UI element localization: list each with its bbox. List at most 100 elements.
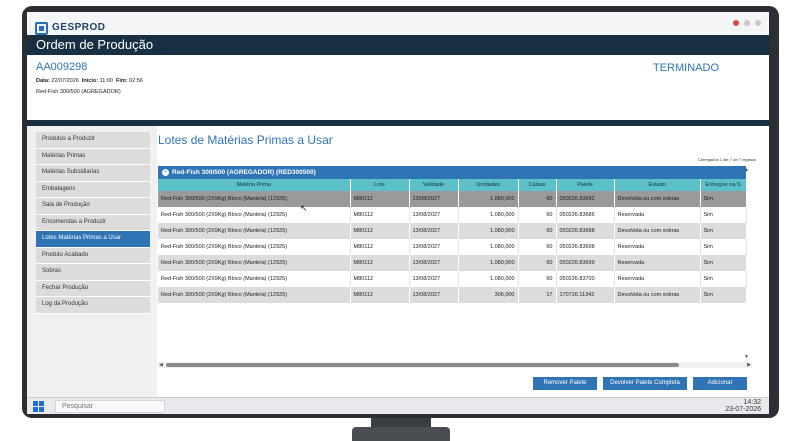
sidebar-item-embalagens[interactable]: Embalagens: [36, 181, 150, 198]
sidebar: Produtos a Produzir Matérias Primas Maté…: [36, 132, 150, 314]
col-header-entregue[interactable]: Entregue na S: [700, 179, 747, 191]
cell-lote: M80112: [350, 255, 410, 271]
table-row[interactable]: Red-Fish 300/500 (2X9Kg) Bloco (Mantela)…: [158, 223, 747, 239]
sidebar-item-produtos-a-produzir[interactable]: Produtos a Produzir: [36, 132, 150, 149]
horizontal-scrollbar[interactable]: ◀ ▶: [158, 362, 752, 368]
col-header-validade[interactable]: Validade: [409, 179, 459, 191]
cell-entregue: Sim: [700, 271, 747, 287]
collapse-icon[interactable]: −: [162, 169, 169, 176]
cell-validade: 13/08/2027: [409, 239, 459, 255]
taskbar-search-input[interactable]: Pesquisar: [55, 400, 165, 413]
table-row[interactable]: Red-Fish 300/500 (2X9Kg) Bloco (Mantela)…: [158, 255, 747, 271]
cell-materia-prima: Red-Fish 300/500 (2X9Kg) Bloco (Mantela)…: [158, 207, 351, 223]
col-header-caixas[interactable]: Caixas: [518, 179, 557, 191]
cell-entregue: Sim: [700, 191, 747, 207]
cell-unidades: 1.080,000: [458, 191, 519, 207]
cell-materia-prima: Red-Fish 300/500 (2X9Kg) Bloco (Mantela)…: [158, 191, 351, 207]
add-button[interactable]: Adicionar: [693, 377, 747, 390]
sidebar-item-lotes-materias-primas[interactable]: Lotes Matérias Primas a Usar: [36, 231, 150, 248]
col-header-lote[interactable]: Lote: [350, 179, 410, 191]
cell-entregue: Sim: [700, 287, 747, 303]
status-badge: TERMINADO: [653, 62, 719, 74]
cell-palete: 050226.83686: [556, 207, 615, 223]
cell-lote: M80112: [350, 191, 410, 207]
cell-estado: Devolvida ou com sobras: [614, 287, 701, 303]
cell-estado: Reservada: [614, 239, 701, 255]
cell-materia-prima: Red-Fish 300/500 (2X9Kg) Bloco (Mantela)…: [158, 271, 351, 287]
sidebar-item-produto-acabado[interactable]: Produto Acabado: [36, 247, 150, 264]
screen: GESPROD Gestão da Produção Ordem de Prod…: [27, 12, 769, 397]
cell-validade: 13/08/2027: [409, 207, 459, 223]
return-full-pallet-button[interactable]: Devolver Palete Completa: [603, 377, 687, 390]
app-name: GESPROD: [52, 22, 106, 33]
cell-materia-prima: Red-Fish 300/500 (2X9Kg) Bloco (Mantela)…: [158, 223, 351, 239]
cell-caixas: 60: [518, 191, 557, 207]
sidebar-item-log-da-producao[interactable]: Log da Produção: [36, 297, 150, 314]
order-date: 22/07/2026: [51, 78, 79, 84]
scroll-right-icon[interactable]: ▶: [747, 362, 751, 368]
clock-time: 14:32: [743, 399, 761, 406]
app-bar: GESPROD Gestão da Produção: [27, 12, 769, 40]
minimize-icon[interactable]: [744, 20, 750, 26]
lots-table: Matéria Prima Lote Validade Unidades Cai…: [158, 179, 747, 303]
sidebar-item-encomendas-a-produzir[interactable]: Encomendas a Produzir: [36, 214, 150, 231]
order-header: AA009298 Data: 22/07/2026 Início: 11:00 …: [27, 55, 769, 120]
cell-unidades: 1.080,000: [458, 207, 519, 223]
cell-unidades: 1.080,000: [458, 223, 519, 239]
sidebar-item-materias-subsidiarias[interactable]: Matérias Subsidiarias: [36, 165, 150, 182]
cell-estado: Devolvida ou com sobras: [614, 223, 701, 239]
window-controls: [733, 20, 761, 26]
cell-lote: M80112: [350, 223, 410, 239]
cell-estado: Reservada: [614, 271, 701, 287]
remove-pallet-button[interactable]: Remover Palete: [533, 377, 597, 390]
cell-palete: 050226.83700: [556, 271, 615, 287]
cell-estado: Devolvida ou com sobras: [614, 191, 701, 207]
cell-estado: Reservada: [614, 255, 701, 271]
table-row[interactable]: Red-Fish 300/500 (2X9Kg) Bloco (Mantela)…: [158, 287, 747, 303]
cell-lote: M80112: [350, 207, 410, 223]
scroll-left-icon[interactable]: ◀: [159, 362, 163, 368]
order-meta: Data: 22/07/2026 Início: 11:00 Fim: 02:5…: [36, 78, 143, 84]
cell-caixas: 60: [518, 255, 557, 271]
order-code: AA009298: [36, 61, 88, 73]
page-title: Ordem de Produção: [27, 35, 769, 55]
cell-palete: 050226.83698: [556, 239, 615, 255]
cell-entregue: Sim: [700, 223, 747, 239]
sidebar-item-sobras[interactable]: Sobras: [36, 264, 150, 281]
col-header-unidades[interactable]: Unidades: [458, 179, 519, 191]
close-icon[interactable]: [733, 20, 739, 26]
col-header-materia-prima[interactable]: Matéria Prima: [158, 179, 351, 191]
scroll-down-icon[interactable]: ▼: [744, 354, 749, 360]
col-header-estado[interactable]: Estado: [614, 179, 701, 191]
monitor-stand-base: [352, 427, 450, 441]
cell-entregue: Sim: [700, 239, 747, 255]
scroll-up-icon[interactable]: ▲: [744, 167, 749, 173]
scrollbar-thumb[interactable]: [166, 363, 679, 367]
cell-unidades: 306,000: [458, 287, 519, 303]
end-label: Fim:: [116, 78, 128, 84]
sidebar-item-sala-de-producao[interactable]: Sala de Produção: [36, 198, 150, 215]
date-label: Data:: [36, 78, 50, 84]
windows-start-icon[interactable]: [33, 401, 44, 412]
sidebar-item-fechar-producao[interactable]: Fechar Produção: [36, 280, 150, 297]
cell-materia-prima: Red-Fish 300/500 (2X9Kg) Bloco (Mantela)…: [158, 239, 351, 255]
cell-palete: 170726.11342: [556, 287, 615, 303]
table-header-row: Matéria Prima Lote Validade Unidades Cai…: [158, 179, 747, 191]
table-row[interactable]: Red-Fish 300/500 (2X9Kg) Bloco (Mantela)…: [158, 207, 747, 223]
cell-unidades: 1.080,000: [458, 271, 519, 287]
col-header-palete[interactable]: Palete: [556, 179, 615, 191]
cell-palete: 050226.83688: [556, 223, 615, 239]
group-header[interactable]: − Red-Fish 300/500 (AGREGADOR) (RED30050…: [158, 166, 746, 179]
cell-unidades: 1.080,000: [458, 239, 519, 255]
logo-icon: [35, 22, 48, 35]
table-row[interactable]: Red-Fish 300/500 (2X9Kg) Bloco (Mantela)…: [158, 191, 747, 207]
cell-caixas: 60: [518, 239, 557, 255]
maximize-icon[interactable]: [755, 20, 761, 26]
cell-entregue: Sim: [700, 255, 747, 271]
table-row[interactable]: Red-Fish 300/500 (2X9Kg) Bloco (Mantela)…: [158, 271, 747, 287]
cell-caixas: 17: [518, 287, 557, 303]
clock-date: 23-07-2026: [725, 406, 761, 413]
table-row[interactable]: Red-Fish 300/500 (2X9Kg) Bloco (Mantela)…: [158, 239, 747, 255]
cell-validade: 13/08/2027: [409, 223, 459, 239]
sidebar-item-materias-primas[interactable]: Matérias Primas: [36, 148, 150, 165]
